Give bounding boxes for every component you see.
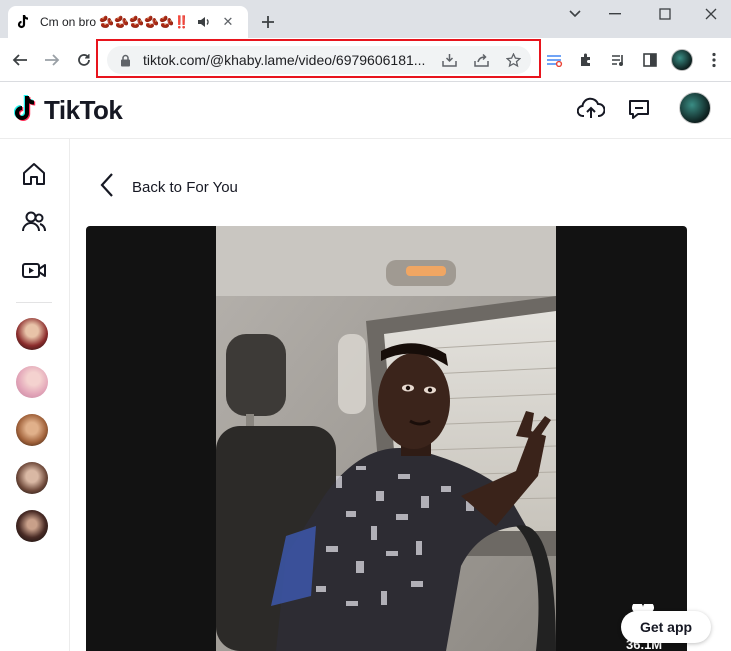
back-arrow-icon[interactable] <box>6 46 34 74</box>
tiktok-header: TikTok <box>0 83 731 139</box>
minimize-icon[interactable] <box>592 0 638 28</box>
back-to-for-you-link[interactable]: Back to For You <box>100 172 238 203</box>
chevron-left-icon <box>100 172 114 203</box>
puzzle-icon[interactable] <box>572 46 600 74</box>
account-avatar-1[interactable] <box>16 318 48 350</box>
following-icon[interactable] <box>20 208 48 236</box>
close-tab-icon[interactable]: ✕ <box>220 14 236 30</box>
sidebar-divider <box>16 302 52 303</box>
close-window-icon[interactable] <box>688 0 731 28</box>
home-icon[interactable] <box>20 160 48 188</box>
maximize-icon[interactable] <box>642 0 688 28</box>
sidebar <box>0 139 70 651</box>
tiktok-favicon-icon <box>16 14 32 30</box>
tiktok-wordmark: TikTok <box>44 95 123 125</box>
address-bar[interactable]: tiktok.com/@khaby.lame/video/6979606181.… <box>107 46 531 74</box>
reload-icon[interactable] <box>70 46 98 74</box>
account-avatar-2[interactable] <box>16 366 48 398</box>
install-app-icon[interactable] <box>441 52 457 68</box>
browser-window: Cm on bro 🫘🫘🫘🫘🫘‼️ ✕ tiktok.com/@khaby.la… <box>0 0 731 651</box>
share-icon[interactable] <box>473 52 489 68</box>
video-player[interactable] <box>86 226 687 651</box>
tiktok-logo-icon <box>13 93 40 128</box>
account-avatar-3[interactable] <box>16 414 48 446</box>
url-text[interactable]: tiktok.com/@khaby.lame/video/6979606181.… <box>143 52 433 68</box>
browser-profile-avatar[interactable] <box>668 46 696 74</box>
upload-icon[interactable] <box>575 93 607 125</box>
video-still-image <box>216 226 556 651</box>
account-avatar-5[interactable] <box>16 510 48 542</box>
lock-icon[interactable] <box>117 52 133 68</box>
speaker-icon[interactable] <box>196 14 212 30</box>
account-avatar-4[interactable] <box>16 462 48 494</box>
browser-tab[interactable]: Cm on bro 🫘🫘🫘🫘🫘‼️ ✕ <box>8 6 248 38</box>
back-label: Back to For You <box>132 179 238 196</box>
media-control-icon[interactable] <box>604 46 632 74</box>
live-icon[interactable] <box>20 256 48 284</box>
video-frame[interactable] <box>216 226 556 651</box>
bookmark-star-icon[interactable] <box>505 52 521 68</box>
inbox-icon[interactable] <box>623 93 655 125</box>
new-tab-icon[interactable] <box>258 12 278 32</box>
tab-strip: Cm on bro 🫘🫘🫘🫘🫘‼️ ✕ <box>0 0 731 38</box>
extension-icon[interactable] <box>540 46 568 74</box>
profile-avatar[interactable] <box>679 92 711 124</box>
get-app-button[interactable]: Get app <box>621 611 711 643</box>
menu-kebab-icon[interactable] <box>700 46 728 74</box>
side-panel-icon[interactable] <box>636 46 664 74</box>
tiktok-logo[interactable]: TikTok <box>13 93 123 128</box>
forward-arrow-icon[interactable] <box>38 46 66 74</box>
tab-title: Cm on bro 🫘🫘🫘🫘🫘‼️ <box>40 15 190 29</box>
